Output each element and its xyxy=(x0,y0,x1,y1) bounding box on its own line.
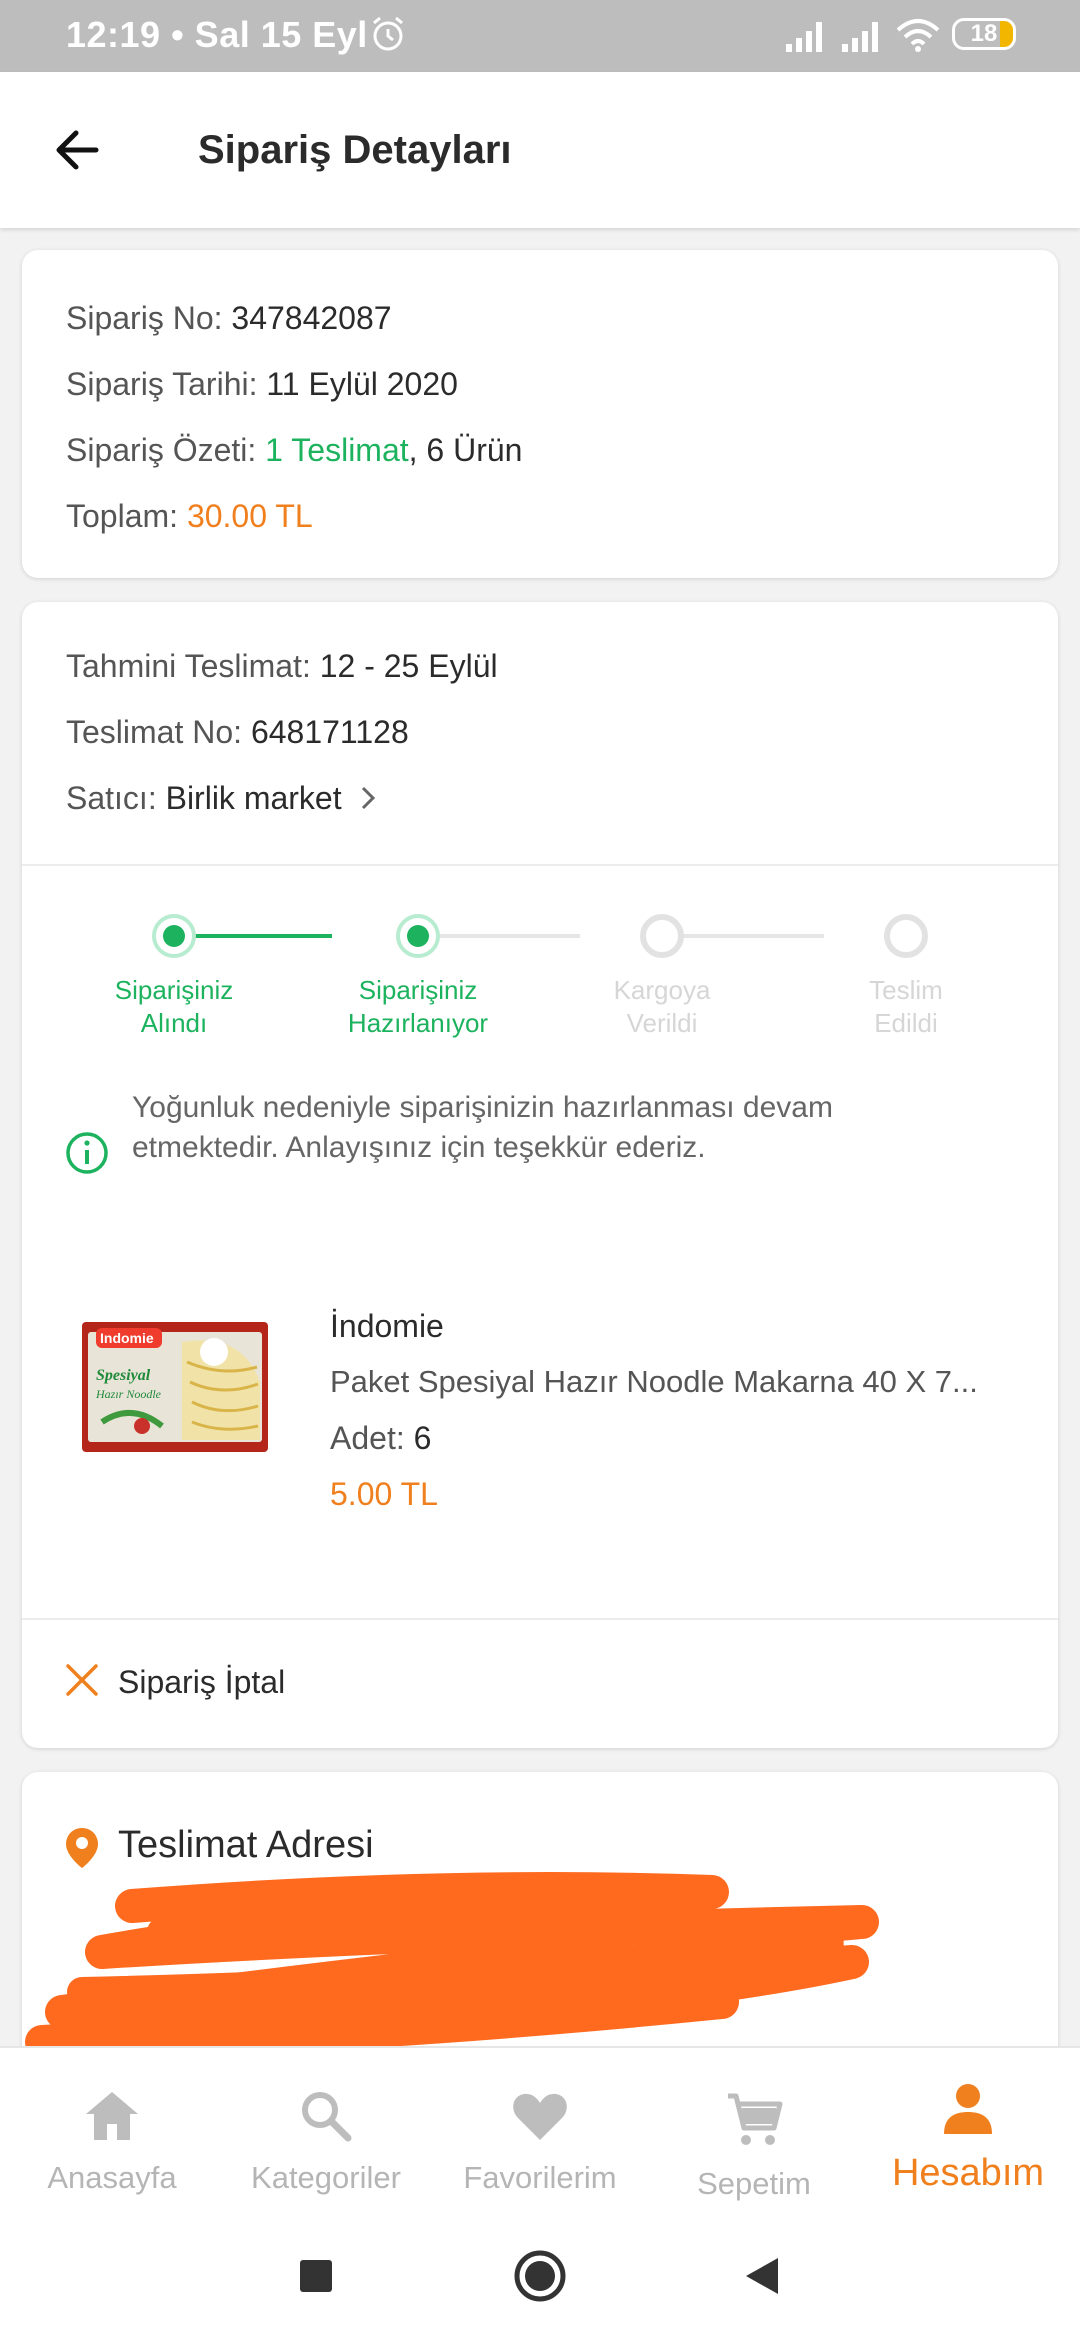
product-image: Indomie Spesiyal Hazır Noodle xyxy=(82,1322,268,1452)
system-navigation-bar xyxy=(0,2212,1080,2340)
product-quantity: 6 xyxy=(413,1420,432,1456)
step-dot-shipped xyxy=(640,914,684,958)
delivery-count: 1 Teslimat xyxy=(265,432,409,468)
eta-row: Tahmini Teslimat: 12 - 25 Eylül xyxy=(66,648,498,684)
battery-indicator: 18 xyxy=(952,18,1016,50)
chevron-right-icon xyxy=(361,786,375,810)
step-label-preparing: Siparişiniz Hazırlanıyor xyxy=(347,975,489,1038)
signal-icon xyxy=(786,22,822,52)
product-image-text: Hazır Noodle xyxy=(95,1387,162,1401)
nav-label-favorites: Favorilerim xyxy=(463,2160,617,2195)
status-bar: 12:19 • Sal 15 Eyl 18 xyxy=(0,0,1080,72)
product-image-brand-text: Indomie xyxy=(100,1330,154,1346)
close-icon xyxy=(66,1664,98,1696)
nav-label-categories: Kategoriler xyxy=(251,2160,401,2195)
delivery-card: Tahmini Teslimat: 12 - 25 Eylül Teslimat… xyxy=(22,602,1058,1748)
delivery-number: 648171128 xyxy=(250,714,409,750)
nav-item-favorites[interactable]: Favorilerim xyxy=(432,2048,648,2212)
search-icon xyxy=(302,2092,352,2142)
signal-icon xyxy=(842,22,878,52)
delivery-number-row: Teslimat No: 648171128 xyxy=(66,714,409,750)
step-dot-delivered xyxy=(884,914,928,958)
bottom-navigation: Anasayfa Kategoriler Favorilerim Sepetim… xyxy=(0,2046,1080,2212)
product-image-text: Spesiyal xyxy=(96,1367,151,1384)
back-arrow-icon[interactable] xyxy=(48,120,108,180)
eta-value: 12 - 25 Eylül xyxy=(319,648,498,684)
nav-label-cart: Sepetim xyxy=(697,2166,811,2201)
order-total-row: Toplam: 30.00 TL xyxy=(66,498,313,534)
person-icon xyxy=(944,2084,992,2134)
nav-label-account: Hesabım xyxy=(891,2152,1045,2194)
info-icon xyxy=(66,1132,108,1174)
wifi-icon xyxy=(896,19,940,52)
order-total: 30.00 TL xyxy=(186,498,313,534)
divider xyxy=(22,864,1058,866)
cancel-order-button[interactable]: Sipariş İptal xyxy=(60,1650,360,1710)
order-date: 11 Eylül 2020 xyxy=(266,366,458,402)
product-brand: İndomie xyxy=(330,1308,444,1344)
product-quantity-row: Adet: 6 xyxy=(330,1420,432,1456)
divider xyxy=(22,1618,1058,1620)
recent-apps-icon[interactable] xyxy=(296,2256,336,2296)
cancel-order-label: Sipariş İptal xyxy=(118,1664,286,1700)
info-message: Yoğunluk nedeniyle siparişinizin hazırla… xyxy=(132,1091,833,1164)
heart-icon xyxy=(513,2093,567,2140)
order-number: 347842087 xyxy=(231,300,392,336)
order-summary-card: Sipariş No: 347842087 Sipariş Tarihi: 11… xyxy=(22,250,1058,578)
nav-item-cart[interactable]: Sepetim xyxy=(646,2048,862,2212)
seller-row[interactable]: Satıcı: Birlik market xyxy=(66,780,379,817)
status-time: 12:19 • Sal 15 Eyl xyxy=(66,14,368,55)
order-number-row: Sipariş No: 347842087 xyxy=(66,300,392,336)
cart-icon xyxy=(728,2093,783,2145)
product-price: 5.00 TL xyxy=(330,1476,438,1512)
step-label-received: Siparişiniz Alındı xyxy=(114,975,234,1038)
order-date-row: Sipariş Tarihi: 11 Eylül 2020 xyxy=(66,366,458,402)
product-item[interactable]: Indomie Spesiyal Hazır Noodle İndomie Pa… xyxy=(22,1272,1058,1512)
app-bar: Sipariş Detayları xyxy=(0,72,1080,228)
nav-item-account[interactable]: Hesabım xyxy=(860,2048,1076,2212)
nav-item-categories[interactable]: Kategoriler xyxy=(218,2048,434,2212)
order-summary-row: Sipariş Özeti: 1 Teslimat, 6 Ürün xyxy=(66,432,523,468)
home-button-icon[interactable] xyxy=(512,2248,568,2304)
progress-line-todo xyxy=(420,934,580,938)
step-label-delivered: Teslim Edildi xyxy=(869,975,943,1038)
location-pin-icon xyxy=(66,1828,98,1868)
home-icon xyxy=(86,2092,138,2140)
seller-name[interactable]: Birlik market xyxy=(166,780,342,816)
step-dot-received xyxy=(152,914,196,958)
item-count: , 6 Ürün xyxy=(408,432,523,468)
step-dot-preparing xyxy=(396,914,440,958)
progress-line-done xyxy=(172,934,332,938)
page-title: Sipariş Detayları xyxy=(198,128,512,172)
address-title: Teslimat Adresi xyxy=(118,1824,374,1866)
product-name: Paket Spesiyal Hazır Noodle Makarna 40 X… xyxy=(330,1364,978,1399)
back-button-icon[interactable] xyxy=(740,2254,784,2298)
nav-item-home[interactable]: Anasayfa xyxy=(4,2048,220,2212)
redacted-address-scribble xyxy=(25,1872,879,2059)
progress-line-todo xyxy=(664,934,824,938)
alarm-icon xyxy=(373,16,403,51)
delivery-address-card: Teslimat Adresi xyxy=(22,1772,1058,2072)
nav-label-home: Anasayfa xyxy=(47,2160,177,2195)
step-label-shipped: Kargoya Verildi xyxy=(613,975,711,1038)
